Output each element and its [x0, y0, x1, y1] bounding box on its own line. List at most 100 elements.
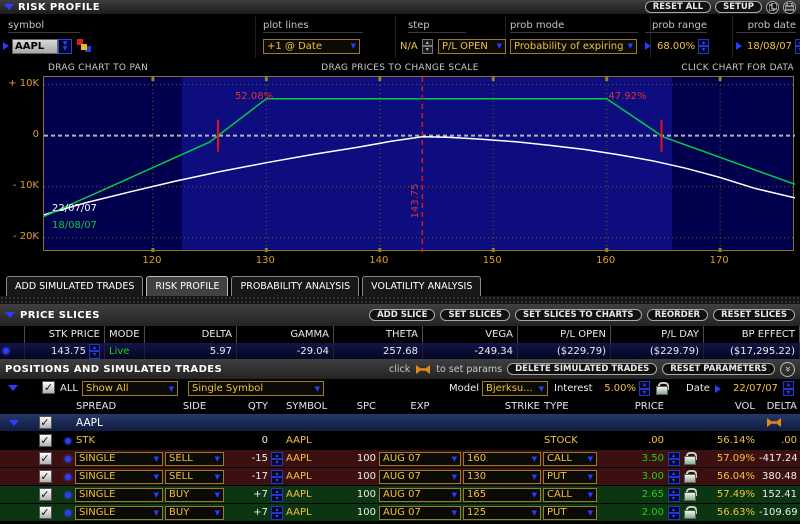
- side-dropdown[interactable]: SELL▼: [165, 452, 224, 466]
- collapse-section-icon[interactable]: [4, 4, 14, 10]
- row-checkbox[interactable]: ✓: [39, 488, 52, 501]
- exp-dropdown[interactable]: AUG 07▼: [379, 470, 461, 484]
- price-stepper[interactable]: ▴▾: [668, 470, 680, 484]
- side-dropdown[interactable]: BUY▼: [165, 488, 224, 502]
- reset-parameters-button[interactable]: RESET PARAMETERS: [662, 363, 775, 375]
- click-text: click: [389, 364, 410, 375]
- row-checkbox[interactable]: ✓: [39, 452, 52, 465]
- prob-range-expander-icon[interactable]: [645, 42, 651, 50]
- symbol-value: AAPL: [284, 471, 350, 482]
- tab-volatility-analysis[interactable]: VOLATILITY ANALYSIS: [362, 276, 481, 296]
- spread-dropdown[interactable]: SINGLE▼: [75, 470, 163, 484]
- price-lock-icon[interactable]: [684, 470, 694, 483]
- option-position-row[interactable]: ✓ SINGLE▼ SELL▼ -17 ▴▾ AAPL 100 AUG 07▼ …: [0, 468, 800, 486]
- model-dropdown[interactable]: Bjerksu...▼: [482, 381, 548, 396]
- risk-profile-chart[interactable]: DRAG CHART TO PAN DRAG PRICES TO CHANGE …: [0, 60, 800, 276]
- spread-dropdown[interactable]: SINGLE▼: [75, 488, 163, 502]
- reset-all-button[interactable]: RESET ALL: [645, 1, 711, 13]
- exp-dropdown[interactable]: AUG 07▼: [379, 488, 461, 502]
- row-checkbox[interactable]: ✓: [39, 434, 52, 447]
- date-stepper[interactable]: ▴▾: [783, 381, 794, 396]
- print-icon[interactable]: [783, 1, 796, 14]
- quantity-stepper[interactable]: ▴▾: [271, 488, 283, 502]
- strike-dropdown[interactable]: 130▼: [463, 470, 541, 484]
- date-expander-icon[interactable]: [715, 385, 721, 393]
- type-dropdown[interactable]: CALL▼: [543, 452, 597, 466]
- set-slices-to-charts-button[interactable]: SET SLICES TO CHARTS: [515, 309, 642, 321]
- stock-vol: 56.14%: [697, 435, 757, 446]
- plot-area[interactable]: 22/07/07 18/08/07 52.08% 47.92% 143.75: [43, 76, 794, 251]
- type-dropdown[interactable]: PUT▼: [543, 470, 597, 484]
- setup-button[interactable]: SETUP: [715, 1, 762, 13]
- collapse-group-icon[interactable]: [9, 420, 19, 426]
- tab-probability-analysis[interactable]: PROBABILITY ANALYSIS: [231, 276, 359, 296]
- interest-stepper[interactable]: ▴▾: [639, 381, 650, 396]
- copy-icon[interactable]: [766, 1, 779, 14]
- strike-dropdown[interactable]: 165▼: [463, 488, 541, 502]
- slice-bp-effect: ($17,295.22): [704, 343, 800, 359]
- symbol-dropdown-icon[interactable]: ▼▼: [58, 39, 72, 54]
- collapse-positions-icon[interactable]: [8, 385, 18, 391]
- reset-slices-button[interactable]: RESET SLICES: [713, 309, 795, 321]
- prob-range-stepper[interactable]: ▴▾: [698, 39, 709, 54]
- expand-all-icon[interactable]: »: [780, 362, 795, 377]
- set-slices-button[interactable]: SET SLICES: [440, 309, 510, 321]
- all-checkbox[interactable]: ✓: [42, 381, 55, 394]
- prob-date-expander-icon[interactable]: [736, 42, 742, 50]
- side-dropdown[interactable]: SELL▼: [165, 470, 224, 484]
- option-position-row[interactable]: ✓ SINGLE▼ SELL▼ -15 ▴▾ AAPL 100 AUG 07▼ …: [0, 450, 800, 468]
- add-slice-button[interactable]: ADD SLICE: [369, 309, 435, 321]
- price-lock-icon[interactable]: [684, 488, 694, 501]
- price-slices-title: PRICE SLICES: [20, 310, 100, 321]
- symbol-input[interactable]: [12, 39, 58, 54]
- pl-mode-dropdown[interactable]: P/L OPEN▼: [438, 39, 506, 54]
- spread-dropdown[interactable]: SINGLE▼: [75, 452, 163, 466]
- row-checkbox[interactable]: ✓: [39, 470, 52, 483]
- reorder-button[interactable]: REORDER: [647, 309, 709, 321]
- type-dropdown[interactable]: CALL▼: [543, 488, 597, 502]
- prob-date-stepper[interactable]: ▴▾: [795, 39, 800, 54]
- price-lock-icon[interactable]: [684, 452, 694, 465]
- quantity-stepper[interactable]: ▴▾: [271, 470, 283, 484]
- interest-lock-icon[interactable]: [656, 382, 666, 395]
- price-stepper[interactable]: ▴▾: [668, 488, 680, 502]
- quantity-stepper[interactable]: ▴▾: [271, 452, 283, 466]
- stock-row[interactable]: ✓ STK 0 AAPL STOCK .00 56.14% .00: [0, 432, 800, 450]
- price-slice-row[interactable]: 143.75 ▴▾ Live 5.97 -29.04 257.68 -249.3…: [0, 343, 800, 359]
- symbol-scope-dropdown[interactable]: Single Symbol▼: [188, 381, 324, 396]
- prob-mode-dropdown[interactable]: Probability of expiring▼: [510, 39, 637, 54]
- tab-risk-profile[interactable]: RISK PROFILE: [146, 276, 228, 296]
- price-stepper[interactable]: ▴▾: [668, 452, 680, 466]
- step-stepper[interactable]: ▴▾: [422, 39, 433, 54]
- collapse-slices-icon[interactable]: [5, 312, 15, 318]
- exp-dropdown[interactable]: AUG 07▼: [379, 506, 461, 520]
- strike-dropdown[interactable]: 160▼: [463, 452, 541, 466]
- price-lock-icon[interactable]: [684, 506, 694, 519]
- symbol-expander-icon[interactable]: [3, 42, 9, 50]
- col-vega: VEGA: [423, 326, 518, 343]
- option-position-row[interactable]: ✓ SINGLE▼ BUY▼ +7 ▴▾ AAPL 100 AUG 07▼ 12…: [0, 504, 800, 522]
- type-dropdown[interactable]: PUT▼: [543, 506, 597, 520]
- stock-type: STOCK: [542, 435, 598, 446]
- quantity-stepper[interactable]: ▴▾: [271, 506, 283, 520]
- group-checkbox[interactable]: ✓: [39, 416, 52, 429]
- symbol-group-row[interactable]: ✓ AAPL: [0, 414, 800, 432]
- link-layers-icon[interactable]: [77, 39, 92, 53]
- price-stepper[interactable]: ▴▾: [668, 506, 680, 520]
- price-value: 3.00: [598, 471, 666, 482]
- delete-simulated-trades-button[interactable]: DELETE SIMULATED TRADES: [507, 363, 657, 375]
- plot-lines-dropdown[interactable]: +1 @ Date▼: [263, 39, 360, 54]
- spread-dropdown[interactable]: SINGLE▼: [75, 506, 163, 520]
- option-position-row[interactable]: ✓ SINGLE▼ BUY▼ +7 ▴▾ AAPL 100 AUG 07▼ 16…: [0, 486, 800, 504]
- row-checkbox[interactable]: ✓: [39, 506, 52, 519]
- show-filter-dropdown[interactable]: Show All▼: [82, 381, 178, 396]
- side-dropdown[interactable]: BUY▼: [165, 506, 224, 520]
- slice-mode[interactable]: Live: [105, 343, 145, 359]
- exp-dropdown[interactable]: AUG 07▼: [379, 452, 461, 466]
- slice-price-stepper[interactable]: ▴▾: [89, 344, 100, 359]
- group-set-params-wrench-icon[interactable]: [766, 418, 782, 427]
- tab-add-simulated-trades[interactable]: ADD SIMULATED TRADES: [6, 276, 143, 296]
- positions-header: SPREAD SIDE QTY SYMBOL SPC EXP STRIKE TY…: [0, 399, 800, 414]
- strike-dropdown[interactable]: 125▼: [463, 506, 541, 520]
- spc-value: 100: [350, 489, 378, 500]
